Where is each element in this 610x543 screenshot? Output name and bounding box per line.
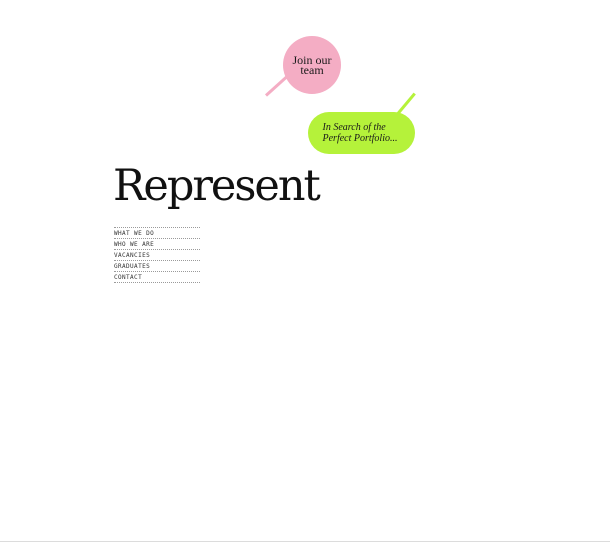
nav-item-graduates[interactable]: GRADUATES	[114, 261, 200, 272]
perfect-portfolio-label: In Search of the Perfect Portfolio...	[322, 122, 398, 144]
nav-item-who-we-are[interactable]: WHO WE ARE	[114, 239, 200, 250]
page: Join our team In Search of the Perfect P…	[0, 0, 610, 543]
perfect-portfolio-bubble[interactable]: In Search of the Perfect Portfolio...	[308, 112, 415, 154]
portfolio-bubble-stick	[396, 92, 416, 115]
bottom-divider	[0, 541, 610, 542]
nav-item-vacancies[interactable]: VACANCIES	[114, 250, 200, 261]
represent-logo[interactable]: Represent	[113, 160, 321, 212]
join-our-team-bubble[interactable]: Join our team	[283, 36, 341, 94]
main-nav: WHAT WE DO WHO WE ARE VACANCIES GRADUATE…	[114, 227, 200, 283]
nav-item-contact[interactable]: CONTACT	[114, 272, 200, 283]
nav-item-what-we-do[interactable]: WHAT WE DO	[114, 228, 200, 239]
join-our-team-label: Join our team	[292, 53, 332, 77]
